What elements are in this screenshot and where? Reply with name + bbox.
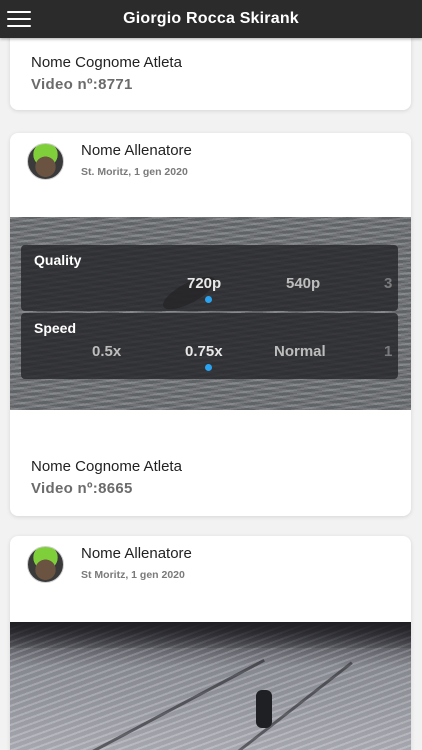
video-player[interactable] bbox=[10, 622, 411, 750]
video-player[interactable]: Quality 720p 540p 3 Speed 0.5x 0.75x Nor… bbox=[10, 217, 411, 410]
quality-option-partial[interactable]: 3 bbox=[384, 275, 392, 292]
quality-option-720p[interactable]: 720p bbox=[187, 275, 221, 292]
quality-settings-panel: Quality 720p 540p 3 bbox=[21, 245, 398, 311]
selected-indicator bbox=[205, 364, 212, 371]
video-frame-shadow bbox=[209, 661, 353, 750]
coach-name: Nome Allenatore bbox=[81, 142, 192, 159]
video-frame-crowd bbox=[10, 622, 411, 648]
speed-option-0-5x[interactable]: 0.5x bbox=[92, 343, 121, 360]
selected-indicator bbox=[205, 296, 212, 303]
app-title: Giorgio Rocca Skirank bbox=[123, 10, 299, 27]
video-number: Video nº:8771 bbox=[31, 76, 133, 93]
speed-option-partial[interactable]: 1 bbox=[384, 343, 392, 360]
quality-option-540p[interactable]: 540p bbox=[286, 275, 320, 292]
video-card[interactable]: Nome Allenatore St. Moritz, 1 gen 2020 Q… bbox=[10, 133, 411, 516]
coach-avatar bbox=[27, 143, 64, 180]
video-number: Video nº:8665 bbox=[31, 480, 133, 497]
athlete-name: Nome Cognome Atleta bbox=[31, 458, 182, 475]
coach-avatar bbox=[27, 546, 64, 583]
quality-title: Quality bbox=[34, 252, 82, 268]
speed-option-0-75x[interactable]: 0.75x bbox=[185, 343, 223, 360]
speed-option-normal[interactable]: Normal bbox=[274, 343, 326, 360]
post-location-date: St. Moritz, 1 gen 2020 bbox=[81, 166, 188, 178]
speed-settings-panel: Speed 0.5x 0.75x Normal 1 bbox=[21, 313, 398, 379]
speed-title: Speed bbox=[34, 320, 77, 336]
athlete-name: Nome Cognome Atleta bbox=[31, 54, 182, 71]
coach-name: Nome Allenatore bbox=[81, 545, 192, 562]
video-frame-skier bbox=[256, 690, 272, 728]
video-frame-shadow bbox=[69, 658, 265, 750]
video-card[interactable]: Nome Allenatore St Moritz, 1 gen 2020 bbox=[10, 536, 411, 750]
app-header: Giorgio Rocca Skirank bbox=[0, 0, 422, 38]
post-location-date: St Moritz, 1 gen 2020 bbox=[81, 569, 185, 581]
